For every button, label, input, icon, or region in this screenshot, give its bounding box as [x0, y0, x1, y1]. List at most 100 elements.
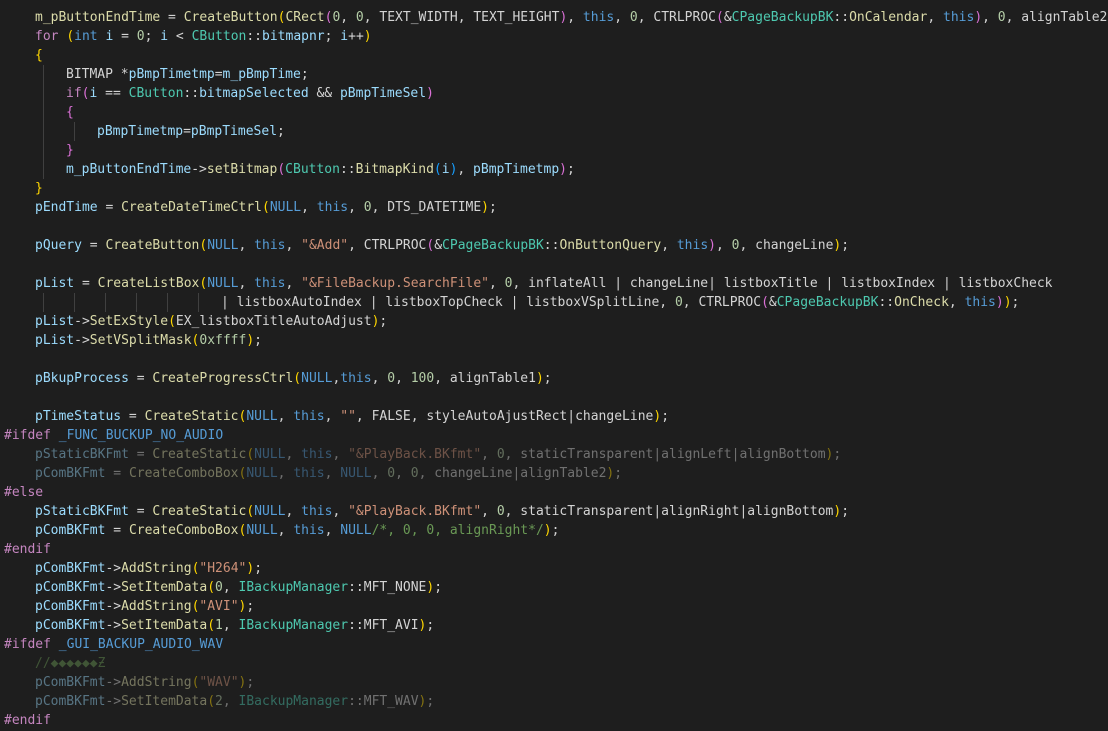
code-token: , [395, 371, 411, 386]
code-token: 2 [215, 694, 223, 709]
code-token: 0 [363, 200, 372, 215]
code-line[interactable]: m_pButtonEndTime->setBitmap(CButton::Bit… [43, 160, 575, 179]
code-line[interactable]: { [35, 46, 43, 65]
code-token: ( [207, 618, 216, 633]
code-token: CButton [285, 162, 340, 177]
code-line[interactable]: pEndTime = CreateDateTimeCtrl(NULL, this… [35, 198, 497, 217]
code-line[interactable]: pComBKFmt->AddString("AVI"); [35, 597, 254, 616]
code-line[interactable]: pComBKFmt->AddString("H264"); [35, 559, 262, 578]
code-token: , [332, 504, 349, 519]
code-line[interactable]: #ifdef _FUNC_BUCKUP_NO_AUDIO [4, 426, 223, 445]
code-token: pList [35, 276, 75, 291]
code-token: bitmapSelected [199, 86, 309, 101]
code-line[interactable]: m_pButtonEndTime = CreateButton(CRect(0,… [35, 8, 1108, 27]
code-token: ; [379, 314, 388, 329]
code-token: IBackupManager [238, 580, 349, 595]
code-token: staticTransparent|alignLeft|alignBottom [520, 447, 826, 462]
code-line[interactable]: if(i == CButton::bitmapSelected && pBmpT… [43, 84, 434, 103]
code-editor[interactable]: m_pButtonEndTime = CreateButton (CRect (0,… [0, 0, 1108, 731]
code-token: pStaticBKFmt [35, 447, 129, 462]
code-line[interactable]: //◆◆◆◆◆◆Ƶ [35, 654, 105, 673]
code-line[interactable]: pBmpTimetmp=pBmpTimeSel; [43, 122, 285, 141]
code-token: = [128, 504, 153, 519]
code-token: _FUNC_BUCKUP_NO_AUDIO [58, 428, 224, 443]
code-line[interactable]: #endif [4, 540, 51, 559]
code-token: NULL [254, 447, 286, 462]
code-line[interactable]: pComBKFmt = CreateComboBox(NULL, this, N… [35, 464, 622, 483]
code-token: = [105, 466, 129, 481]
code-line[interactable]: for (int i = 0; i < CButton::bitmapnr; i… [35, 27, 372, 46]
code-token: , [340, 10, 356, 25]
code-token: ( [293, 371, 302, 386]
code-token: pComBKFmt [35, 523, 106, 538]
code-token: CreateButton [105, 238, 200, 253]
code-token: pComBKFmt [35, 580, 106, 595]
code-token: ) [363, 29, 372, 44]
code-token: , [371, 200, 388, 215]
indent-guide [105, 293, 106, 312]
code-line[interactable]: #endif [4, 711, 51, 730]
code-token: , [277, 523, 294, 538]
code-line[interactable]: pList->SetVSplitMask(0xffff); [35, 331, 262, 350]
code-line[interactable]: | listboxAutoIndex | listboxTopCheck | l… [43, 293, 1019, 312]
code-line[interactable]: pStaticBKFmt = CreateStatic(NULL, this, … [35, 445, 841, 464]
code-token: this [301, 447, 333, 462]
indent-guide [136, 293, 137, 312]
code-token: -> [105, 580, 122, 595]
code-token: ; [144, 29, 161, 44]
code-token: , [512, 276, 529, 291]
code-token: -> [105, 561, 122, 576]
code-token: /*, 0, 0, alignRight*/ [371, 523, 544, 538]
code-line[interactable]: BITMAP *pBmpTimetmp=m_pBmpTime; [43, 65, 309, 84]
code-line[interactable]: pQuery = CreateButton(NULL, this, "&Add"… [35, 236, 849, 255]
code-line[interactable]: pComBKFmt->SetItemData(0, IBackupManager… [35, 578, 442, 597]
code-token: DTS_DATETIME [387, 200, 482, 215]
code-token: 0 [496, 447, 505, 462]
code-line[interactable]: } [35, 179, 43, 198]
code-token: , [222, 580, 239, 595]
code-token: CreateListBox [97, 276, 200, 291]
code-line[interactable]: { [43, 103, 74, 122]
code-token: pStaticBKFmt [35, 504, 129, 519]
code-token: CPageBackupBK [776, 295, 879, 310]
code-line[interactable]: pBkupProcess = CreateProgressCtrl(NULL,t… [35, 369, 552, 388]
code-line[interactable]: pComBKFmt->AddString("WAV"); [35, 673, 254, 692]
code-token: this [676, 238, 709, 253]
code-line[interactable]: pStaticBKFmt = CreateStatic(NULL, this, … [35, 502, 849, 521]
code-token: FALSE [371, 409, 411, 424]
code-token: , [504, 504, 521, 519]
code-token: pTimeStatus [35, 409, 122, 424]
code-token: -> [105, 675, 122, 690]
code-token: this [293, 409, 325, 424]
code-line[interactable]: #else [4, 483, 43, 502]
code-token: ( [262, 200, 270, 215]
code-token: m_pButtonEndTime [35, 10, 161, 25]
code-line[interactable]: #ifdef _GUI_BACKUP_AUDIO_WAV [4, 635, 223, 654]
code-token: pEndTime [35, 200, 98, 215]
code-line[interactable]: pList = CreateListBox(NULL, this, "&File… [35, 274, 1053, 293]
code-token: pComBKFmt [35, 561, 106, 576]
code-token: pList [35, 314, 75, 329]
code-token: pBmpTimetmp [128, 67, 215, 82]
code-token: , [277, 409, 294, 424]
indent-guide [43, 65, 44, 84]
code-token: :: [339, 162, 356, 177]
code-token: NULL [246, 466, 278, 481]
code-token: CPageBackupBK [442, 238, 544, 253]
indent-guide [43, 103, 44, 122]
code-token: ; [300, 67, 309, 82]
code-token: "&PlayBack.BKfmt" [348, 447, 482, 462]
code-line[interactable]: pComBKFmt->SetItemData(1, IBackupManager… [35, 616, 434, 635]
code-token: CreateProgressCtrl [152, 371, 294, 386]
code-token: this [943, 10, 975, 25]
code-line[interactable]: pList->SetExStyle(EX_listboxTitleAutoAdj… [35, 312, 387, 331]
code-line[interactable]: pComBKFmt->SetItemData(2, IBackupManager… [35, 692, 434, 711]
code-token: alignTable2 [1021, 10, 1108, 25]
code-line[interactable]: pTimeStatus = CreateStatic(NULL, this, "… [35, 407, 669, 426]
code-token: -> [74, 333, 90, 348]
code-token: , [488, 276, 505, 291]
code-line[interactable]: pComBKFmt = CreateComboBox(NULL, this, N… [35, 521, 559, 540]
code-token: CreateStatic [144, 409, 239, 424]
code-line[interactable]: } [43, 141, 74, 160]
